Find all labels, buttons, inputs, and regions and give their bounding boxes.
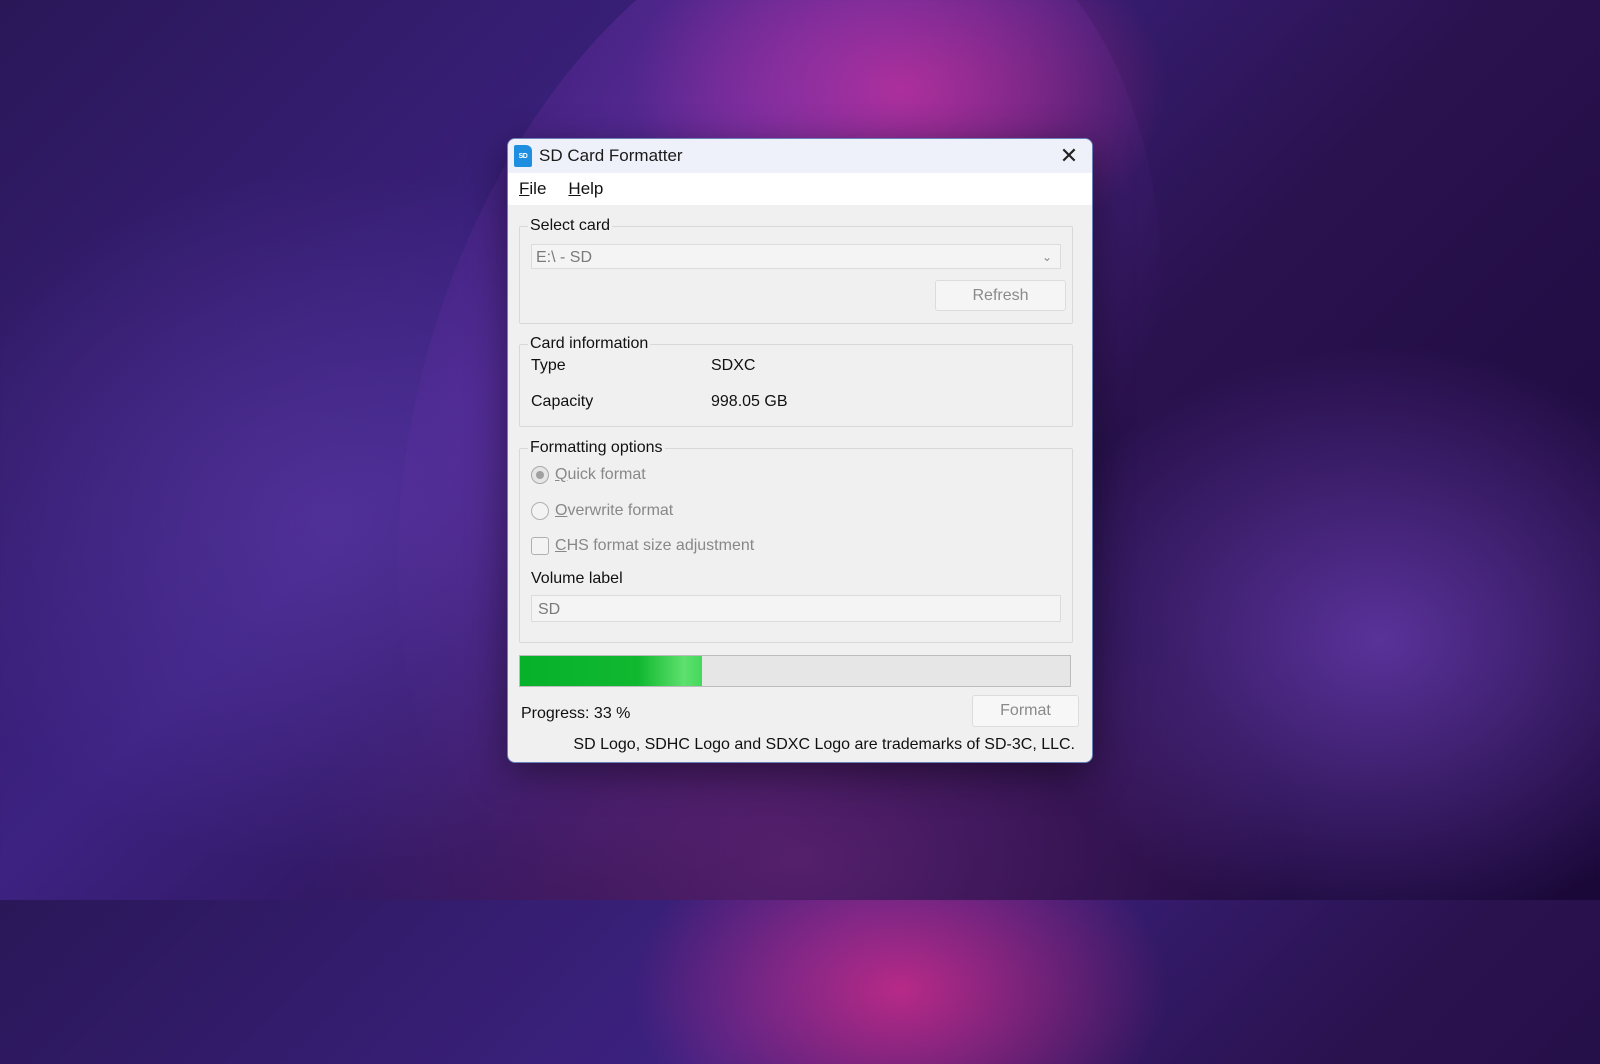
formatting-options-legend: Formatting options xyxy=(528,439,665,457)
quick-format-radio[interactable] xyxy=(531,466,549,484)
card-select-dropdown[interactable]: E:\ - SD ⌄ xyxy=(531,244,1061,269)
card-information-group: Card information Type SDXC Capacity 998.… xyxy=(519,335,1073,427)
progress-bar-fill xyxy=(520,656,702,686)
volume-label-input[interactable]: SD xyxy=(531,595,1061,622)
sd-card-icon: SD xyxy=(514,145,532,167)
capacity-label: Capacity xyxy=(531,393,594,410)
chs-adjustment-checkbox[interactable] xyxy=(531,537,549,555)
menu-bar: File Help xyxy=(508,173,1092,205)
app-icon-text: SD xyxy=(518,152,528,160)
card-information-legend: Card information xyxy=(528,335,651,353)
menu-help[interactable]: Help xyxy=(557,179,614,199)
select-card-group: Select card E:\ - SD ⌄ Refresh xyxy=(519,217,1073,324)
format-button[interactable]: Format xyxy=(972,695,1079,727)
progress-bar xyxy=(519,655,1071,687)
quick-format-label: Quick format xyxy=(555,466,646,483)
menu-file[interactable]: File xyxy=(508,179,557,199)
chs-adjustment-option[interactable]: CHS format size adjustment xyxy=(531,537,754,555)
type-label: Type xyxy=(531,357,566,374)
chevron-down-icon: ⌄ xyxy=(1041,250,1052,264)
trademark-notice: SD Logo, SDHC Logo and SDXC Logo are tra… xyxy=(573,736,1075,753)
volume-label-title: Volume label xyxy=(531,570,623,587)
capacity-value: 998.05 GB xyxy=(711,393,788,410)
overwrite-format-radio[interactable] xyxy=(531,502,549,520)
title-bar: SD SD Card Formatter ✕ xyxy=(508,139,1092,173)
quick-format-option[interactable]: Quick format xyxy=(531,466,646,484)
card-select-value: E:\ - SD xyxy=(536,249,593,266)
refresh-button[interactable]: Refresh xyxy=(935,280,1066,311)
chs-adjustment-label: CHS format size adjustment xyxy=(555,537,755,554)
type-value: SDXC xyxy=(711,357,756,374)
select-card-legend: Select card xyxy=(528,217,613,235)
close-button[interactable]: ✕ xyxy=(1046,139,1092,173)
close-icon: ✕ xyxy=(1059,143,1079,168)
overwrite-format-label: Overwrite format xyxy=(555,502,674,519)
overwrite-format-option[interactable]: Overwrite format xyxy=(531,502,673,520)
window-title: SD Card Formatter xyxy=(539,146,683,165)
sd-card-formatter-window: SD SD Card Formatter ✕ File Help Select … xyxy=(507,138,1093,763)
progress-text: Progress: 33 % xyxy=(521,705,631,722)
formatting-options-group: Formatting options Quick format Overwrit… xyxy=(519,439,1073,643)
